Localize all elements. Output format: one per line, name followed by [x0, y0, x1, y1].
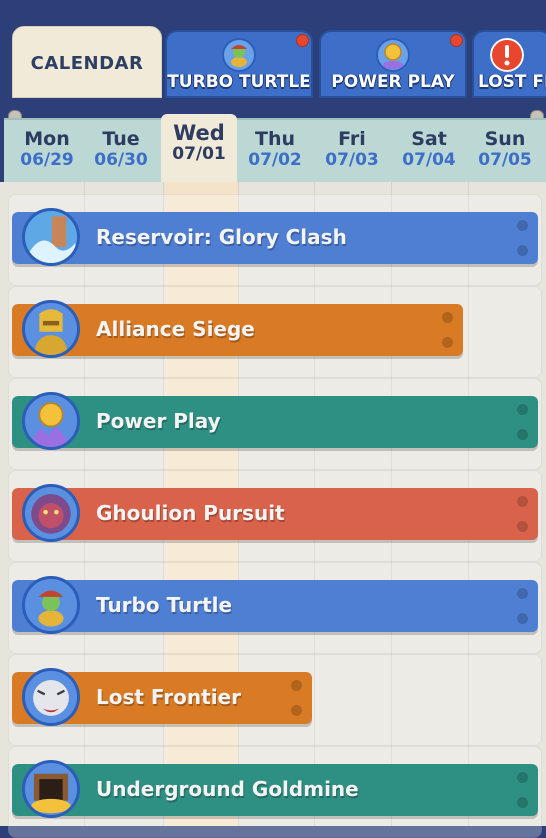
day-wed-today[interactable]: Wed 07/01: [161, 114, 237, 186]
rivet: [442, 337, 453, 348]
day-thu[interactable]: Thu 07/02: [236, 120, 314, 180]
rivet: [517, 429, 528, 440]
rivet: [517, 404, 528, 415]
day-name: Tue: [102, 128, 140, 150]
event-label: Turbo Turtle: [96, 593, 233, 617]
medal-crystal-icon: [22, 392, 80, 450]
ghoulion-icon: [22, 484, 80, 542]
rivet: [517, 588, 528, 599]
notification-dot: [450, 34, 463, 47]
reservoir-icon: [22, 208, 80, 266]
turtle-icon: [22, 576, 80, 634]
event-label: Underground Goldmine: [96, 777, 359, 801]
day-name: Sat: [411, 128, 447, 150]
day-name: Mon: [24, 128, 70, 150]
event-bar-alliance-siege[interactable]: Alliance Siege: [12, 300, 463, 358]
rivet: [517, 245, 528, 256]
day-date: 07/01: [172, 144, 226, 164]
day-date: 07/05: [478, 150, 532, 170]
golden-warrior-icon: [22, 300, 80, 358]
tab-label: CALENDAR: [30, 53, 144, 74]
rivet: [517, 521, 528, 532]
rivet: [517, 613, 528, 624]
day-sat[interactable]: Sat 07/04: [390, 120, 468, 180]
event-label: Alliance Siege: [96, 317, 255, 341]
day-fri[interactable]: Fri 07/03: [313, 120, 391, 180]
event-label: Power Play: [96, 409, 221, 433]
tab-calendar[interactable]: CALENDAR: [12, 26, 162, 98]
day-name: Thu: [254, 128, 295, 150]
tab-turbo-turtle[interactable]: TURBO TURTLE: [165, 30, 313, 98]
day-date: 06/30: [94, 150, 148, 170]
medal-crystal-icon: [376, 38, 410, 72]
rivet: [517, 772, 528, 783]
white-tiger-icon: [22, 668, 80, 726]
event-bar-turbo-turtle[interactable]: Turbo Turtle: [12, 576, 538, 634]
event-bar-reservoir-glory-clash[interactable]: Reservoir: Glory Clash: [12, 208, 538, 266]
rivet: [517, 797, 528, 808]
tab-label: TURBO TURTLE: [167, 72, 311, 92]
event-bar-power-play[interactable]: Power Play: [12, 392, 538, 450]
tab-label: POWER PLAY: [331, 72, 455, 92]
day-date: 07/03: [325, 150, 379, 170]
rivet: [442, 312, 453, 323]
tab-power-play[interactable]: POWER PLAY: [319, 30, 467, 98]
day-name: Wed: [173, 121, 225, 145]
alert-icon: [490, 38, 524, 72]
day-date: 06/29: [20, 150, 74, 170]
event-bar-lost-frontier[interactable]: Lost Frontier: [12, 668, 312, 726]
event-label: Reservoir: Glory Clash: [96, 225, 347, 249]
day-mon[interactable]: Mon 06/29: [8, 120, 86, 180]
rivet: [517, 496, 528, 507]
day-name: Fri: [338, 128, 366, 150]
day-date: 07/02: [248, 150, 302, 170]
event-bar-ghoulion-pursuit[interactable]: Ghoulion Pursuit: [12, 484, 538, 542]
rivet: [517, 220, 528, 231]
day-sun[interactable]: Sun 07/05: [466, 120, 544, 180]
top-tab-bar: CALENDAR TURBO TURTLE POWER PLAY LOST FI: [0, 0, 546, 98]
tab-label: LOST FI: [478, 72, 546, 92]
event-bar-underground-goldmine[interactable]: Underground Goldmine: [12, 760, 538, 818]
day-tue[interactable]: Tue 06/30: [82, 120, 160, 180]
goldmine-icon: [22, 760, 80, 818]
event-label: Ghoulion Pursuit: [96, 501, 285, 525]
day-selector: Mon 06/29 Tue 06/30 Wed 07/01 Thu 07/02 …: [4, 114, 546, 186]
day-date: 07/04: [402, 150, 456, 170]
calendar-grid: Reservoir: Glory Clash Alliance Siege Po…: [0, 182, 546, 838]
notification-dot: [296, 34, 309, 47]
rivet: [291, 680, 302, 691]
day-name: Sun: [484, 128, 526, 150]
event-label: Lost Frontier: [96, 685, 241, 709]
turtle-icon: [222, 38, 256, 72]
rivet: [291, 705, 302, 716]
tab-lost-frontier[interactable]: LOST FI: [472, 30, 546, 98]
